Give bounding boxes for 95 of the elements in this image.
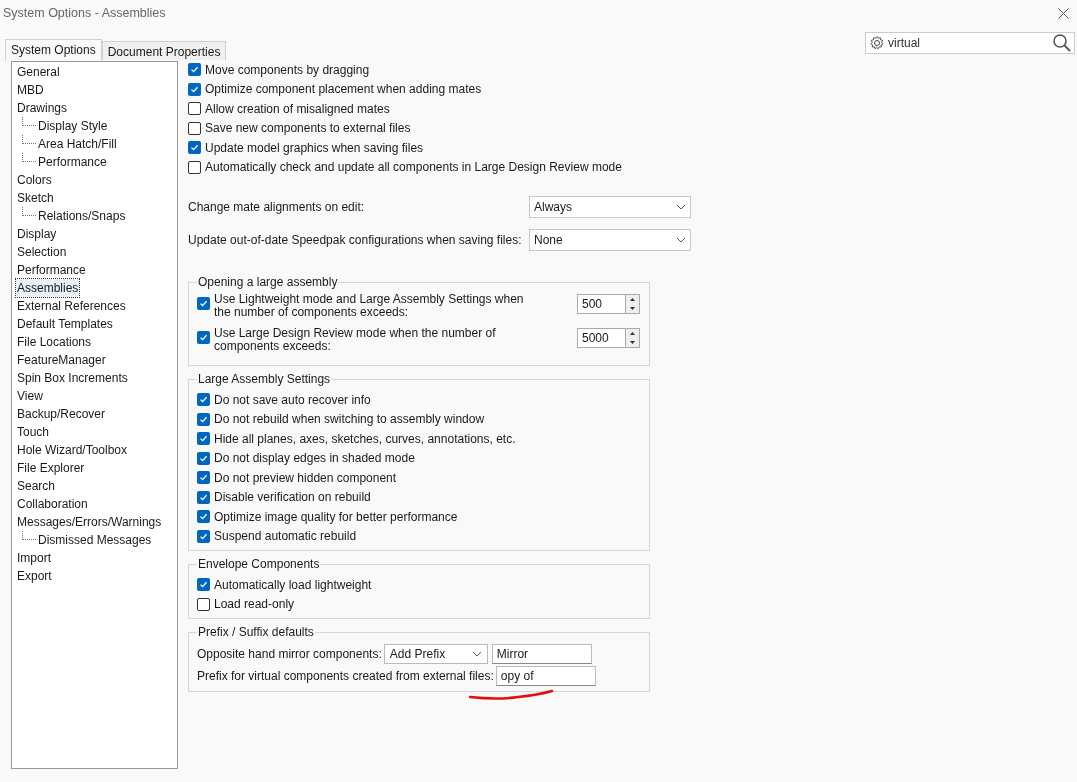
- sidebar-item[interactable]: Assemblies: [16, 279, 80, 297]
- sidebar-item[interactable]: Performance: [37, 153, 108, 171]
- option-label: Automatically load lightweight: [214, 576, 372, 594]
- gear-icon[interactable]: [869, 35, 885, 51]
- sidebar-item[interactable]: Backup/Recover: [16, 405, 107, 423]
- checkbox[interactable]: [197, 529, 210, 543]
- sidebar-item[interactable]: Relations/Snaps: [37, 207, 127, 225]
- text-field[interactable]: opy of: [495, 666, 596, 686]
- option-label: Hide all planes, axes, sketches, curves, annotations, etc.: [214, 430, 516, 448]
- group-title: Large Assembly Settings: [197, 371, 332, 388]
- sidebar-item[interactable]: Touch: [16, 423, 51, 441]
- search-icon[interactable]: [1052, 33, 1072, 53]
- sidebar-item[interactable]: Dismissed Messages: [37, 531, 153, 549]
- option-label: Automatically check and update all components in Large Design Review mode: [205, 159, 622, 177]
- tab[interactable]: System Options: [5, 39, 102, 61]
- checkbox[interactable]: [197, 510, 210, 524]
- sidebar-item[interactable]: Display Style: [37, 117, 109, 135]
- checkbox[interactable]: [197, 490, 210, 504]
- check-icon: [199, 580, 208, 590]
- check-icon: [199, 299, 208, 308]
- group-title: Opening a large assembly: [197, 274, 339, 291]
- chevron-down-icon: [676, 237, 686, 243]
- option-label: Disable verification on rebuild: [214, 489, 371, 507]
- checkbox[interactable]: [197, 578, 210, 592]
- checkbox[interactable]: [188, 160, 201, 174]
- prefix-dropdown[interactable]: Add Prefix: [383, 644, 488, 664]
- sidebar-item[interactable]: Selection: [16, 243, 68, 261]
- sidebar-item[interactable]: Import: [16, 549, 52, 567]
- sidebar-item[interactable]: FeatureManager: [16, 351, 107, 369]
- option-label: Use Large Design Review mode when the number of components exceeds:: [214, 327, 497, 353]
- checkbox[interactable]: [197, 331, 210, 344]
- setting-label: Change mate alignments on edit:: [188, 199, 365, 216]
- option-label: Suspend automatic rebuild: [214, 528, 357, 546]
- checkbox[interactable]: [188, 82, 201, 96]
- option-label: Do not save auto recover info: [214, 391, 371, 409]
- option-label: Move components by dragging: [205, 61, 370, 79]
- sidebar-item[interactable]: Messages/Errors/Warnings: [16, 513, 163, 531]
- option-label: Allow creation of misaligned mates: [205, 100, 390, 118]
- sidebar-item[interactable]: Display: [16, 225, 58, 243]
- checkbox[interactable]: [197, 432, 210, 446]
- checkbox[interactable]: [188, 141, 201, 155]
- check-icon: [190, 143, 199, 153]
- dropdown[interactable]: None: [529, 229, 691, 251]
- sidebar-item[interactable]: MBD: [16, 81, 45, 99]
- setting-label: Update out-of-date Speedpak configurations when saving files:: [188, 232, 522, 249]
- close-icon[interactable]: [1058, 7, 1069, 19]
- sidebar-item[interactable]: Spin Box Increments: [16, 369, 129, 387]
- sidebar-item[interactable]: File Explorer: [16, 459, 86, 477]
- checkbox[interactable]: [188, 102, 201, 116]
- check-icon: [199, 333, 208, 342]
- dropdown[interactable]: Always: [529, 196, 691, 218]
- spin-box[interactable]: 500: [577, 294, 640, 314]
- sidebar-item[interactable]: General: [16, 63, 61, 81]
- checkbox[interactable]: [188, 121, 201, 135]
- sidebar-item[interactable]: Area Hatch/Fill: [37, 135, 118, 153]
- sidebar-item[interactable]: View: [16, 387, 44, 405]
- option-label: Do not preview hidden component: [214, 469, 397, 487]
- option-label: Load read-only: [214, 596, 295, 614]
- sidebar-item[interactable]: Default Templates: [16, 315, 114, 333]
- checkbox[interactable]: [188, 63, 201, 77]
- search-text: virtual: [888, 35, 921, 52]
- checkbox[interactable]: [197, 297, 210, 310]
- option-label: Do not display edges in shaded mode: [214, 450, 415, 468]
- chevron-down-icon: [676, 204, 686, 210]
- tab[interactable]: Document Properties: [101, 41, 227, 60]
- checkbox[interactable]: [197, 597, 210, 611]
- option-label: Optimize component placement when adding mates: [205, 81, 482, 99]
- option-label: Do not rebuild when switching to assembly window: [214, 411, 485, 429]
- option-label: Use Lightweight mode and Large Assembly Settings when the number of components exceeds:: [214, 293, 525, 319]
- sidebar-item[interactable]: Performance: [16, 261, 87, 279]
- checkbox[interactable]: [197, 451, 210, 465]
- sidebar-item[interactable]: External References: [16, 297, 127, 315]
- sidebar-item[interactable]: Hole Wizard/Toolbox: [16, 441, 129, 459]
- field-label: Prefix for virtual components created from external files:: [197, 668, 494, 685]
- sidebar-item[interactable]: Colors: [16, 171, 53, 189]
- sidebar-item[interactable]: Export: [16, 567, 53, 585]
- group-title: Envelope Components: [197, 556, 321, 573]
- option-label: Optimize image quality for better performance: [214, 508, 458, 526]
- field-label: Opposite hand mirror components:: [197, 646, 382, 663]
- group-title: Prefix / Suffix defaults: [197, 624, 315, 641]
- checkbox[interactable]: [197, 412, 210, 426]
- sidebar-item[interactable]: Collaboration: [16, 495, 89, 513]
- sidebar-item[interactable]: Drawings: [16, 99, 68, 117]
- spin-box[interactable]: 5000: [577, 328, 640, 348]
- checkbox[interactable]: [197, 393, 210, 407]
- window-title: System Options - Assemblies: [3, 4, 166, 22]
- sidebar-item[interactable]: Sketch: [16, 189, 55, 207]
- option-label: Save new components to external files: [205, 120, 411, 138]
- search-field[interactable]: virtual: [865, 32, 1075, 54]
- sidebar-item[interactable]: Search: [16, 477, 57, 495]
- checkbox[interactable]: [197, 471, 210, 485]
- sidebar-item[interactable]: File Locations: [16, 333, 93, 351]
- text-field[interactable]: Mirror: [491, 644, 592, 664]
- chevron-down-icon: [471, 651, 482, 657]
- option-label: Update model graphics when saving files: [205, 139, 424, 157]
